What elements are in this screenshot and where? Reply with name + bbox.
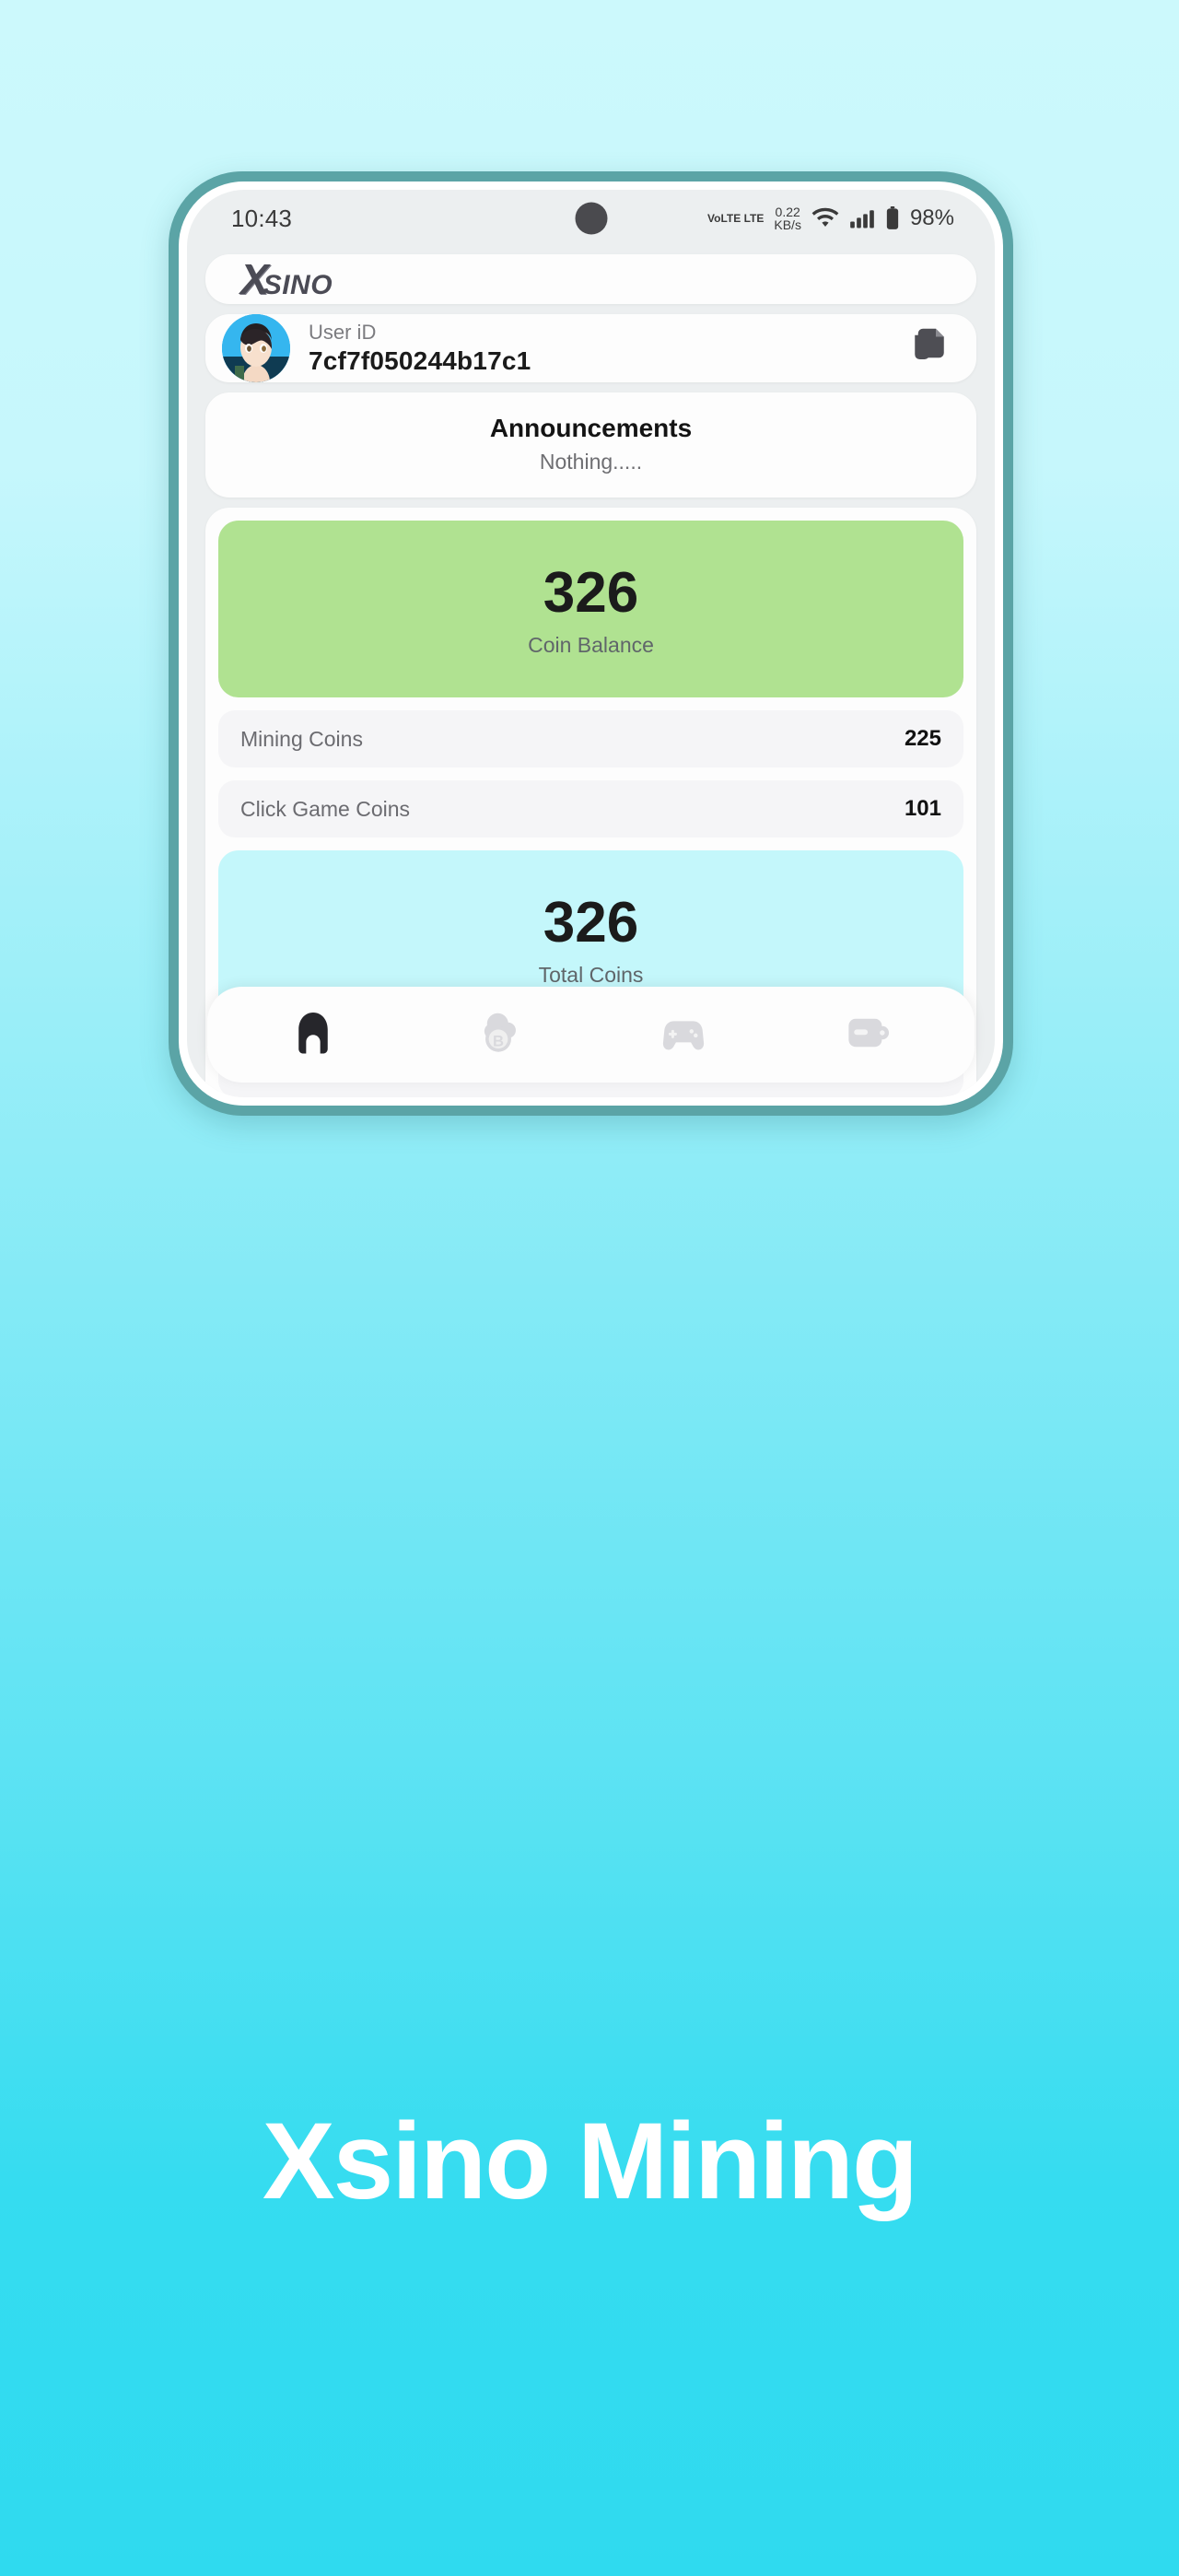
status-bar-indicators: VoLTE LTE 0.22 KB/s 98%	[707, 205, 954, 231]
status-bar-clock: 10:43	[231, 204, 293, 232]
copy-icon[interactable]	[910, 325, 949, 372]
phone-frame: 10:43 VoLTE LTE 0.22 KB/s 98% X SINO Use…	[169, 171, 1013, 1116]
user-id-text: User iD 7cf7f050244b17c1	[309, 320, 892, 377]
coin-balance-value: 326	[543, 561, 639, 625]
coin-balance-label: Coin Balance	[528, 633, 654, 657]
cellular-signal-icon	[849, 207, 875, 229]
mining-coins-value: 225	[904, 726, 941, 751]
mining-coins-label: Mining Coins	[240, 726, 363, 751]
wifi-icon	[811, 207, 839, 229]
app-content: X SINO User iD 7cf7f050244b17c1 Announce…	[187, 247, 995, 1097]
total-coins-value: 326	[543, 891, 639, 954]
svg-text:B: B	[493, 1032, 504, 1049]
volte-icon: VoLTE LTE	[707, 213, 764, 224]
coin-balance-tile: 326 Coin Balance	[218, 521, 963, 697]
total-coins-label: Total Coins	[538, 963, 644, 987]
volte-line-2: LTE	[743, 212, 765, 225]
status-bar: 10:43 VoLTE LTE 0.22 KB/s 98%	[187, 190, 995, 247]
nav-item-game[interactable]	[628, 998, 739, 1071]
volte-line-1: VoLTE	[707, 212, 741, 225]
bitcoin-cloud-mining-icon: B	[473, 1008, 523, 1062]
user-id-label: User iD	[309, 321, 377, 344]
stat-row-click-game-coins: Click Game Coins 101	[218, 780, 963, 837]
battery-percent-label: 98%	[909, 205, 954, 230]
announcements-card: Announcements Nothing.....	[205, 392, 976, 498]
bottom-navigation-bar: B	[207, 987, 975, 1083]
battery-icon	[885, 206, 900, 230]
logo-x-mark: X	[240, 255, 269, 303]
stat-row-mining-coins: Mining Coins 225	[218, 710, 963, 767]
wallet-icon	[844, 1008, 893, 1062]
camera-punch-hole	[575, 202, 607, 235]
network-speed-indicator: 0.22 KB/s	[774, 205, 801, 231]
hero-title: Xsino Mining	[262, 2101, 918, 2222]
nav-item-mining[interactable]: B	[443, 998, 554, 1071]
nav-item-home[interactable]	[258, 998, 368, 1071]
user-id-card[interactable]: User iD 7cf7f050244b17c1	[205, 314, 976, 382]
click-game-coins-label: Click Game Coins	[240, 796, 411, 821]
nav-item-wallet[interactable]	[813, 998, 924, 1071]
home-icon	[288, 1008, 338, 1062]
announcements-title: Announcements	[489, 414, 693, 442]
network-speed-value: 0.22	[775, 205, 800, 219]
avatar	[222, 314, 290, 382]
phone-inner-bezel: 10:43 VoLTE LTE 0.22 KB/s 98% X SINO Use…	[179, 181, 1003, 1106]
gamepad-icon	[659, 1008, 708, 1062]
announcements-body: Nothing.....	[539, 450, 643, 474]
user-id-value: 7cf7f050244b17c1	[309, 346, 531, 375]
network-speed-unit: KB/s	[774, 217, 801, 232]
phone-screen: 10:43 VoLTE LTE 0.22 KB/s 98% X SINO Use…	[187, 190, 995, 1097]
click-game-coins-value: 101	[904, 796, 941, 821]
app-header-logo-card: X SINO	[205, 254, 976, 304]
xsino-logo: X SINO	[240, 254, 333, 304]
logo-wordmark: SINO	[263, 270, 333, 300]
